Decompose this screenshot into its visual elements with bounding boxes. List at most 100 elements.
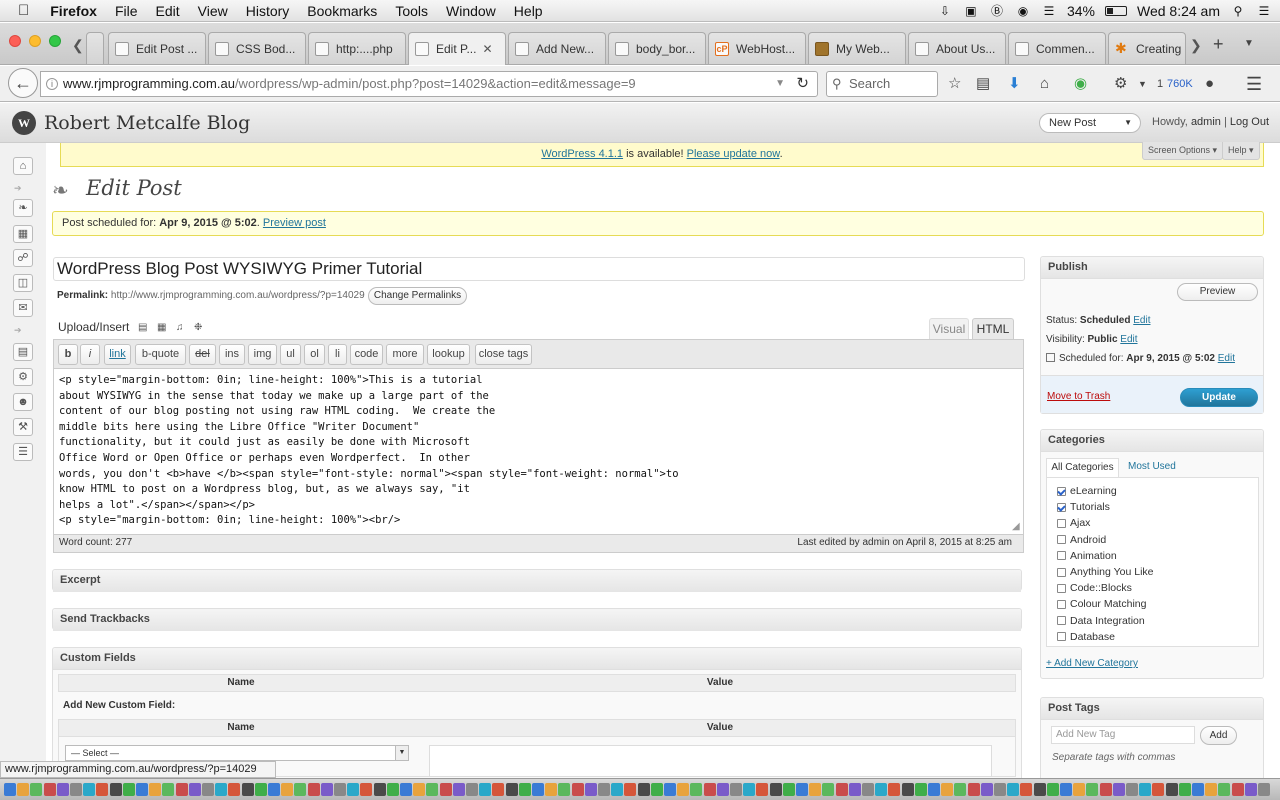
menu-view[interactable]: View [189,3,237,19]
dock-app-icon[interactable] [1258,783,1270,796]
counter-b[interactable]: 760K [1167,75,1193,93]
dock-app-icon[interactable] [1218,783,1231,796]
dock-app-icon[interactable] [743,783,756,796]
dock-app-icon[interactable] [30,783,43,796]
dock-app-icon[interactable] [690,783,703,796]
dock-app-icon[interactable] [584,783,597,796]
update-now-link[interactable]: Please update now [687,148,780,160]
dock-app-icon[interactable] [822,783,835,796]
dock-app-icon[interactable] [650,783,663,796]
dock-app-icon[interactable] [756,783,769,796]
dock-app-icon[interactable] [558,783,571,796]
category-item[interactable]: Code::Blocks [1057,581,1132,595]
dock-app-icon[interactable] [109,783,122,796]
dock-app-icon[interactable] [875,783,888,796]
dock-app-icon[interactable] [796,783,808,796]
tab-creating[interactable]: ✱ Creating [1108,32,1186,64]
wordpress-version-link[interactable]: WordPress 4.1.1 [541,148,623,160]
home-icon[interactable]: ⌂ [1040,75,1049,93]
tab-webhost[interactable]: cP WebHost... [708,32,806,64]
screen-options-tab[interactable]: Screen Options ▾ [1142,142,1224,160]
qt-code-button[interactable]: code [350,344,383,365]
dock-app-icon[interactable] [914,783,927,796]
tabs-scroll-left-icon[interactable]: ❮ [72,37,84,54]
update-button[interactable]: Update [1180,388,1258,407]
tab-add-new[interactable]: Add New... [508,32,606,64]
dock-app-icon[interactable] [954,783,967,796]
tab-edit-post-1[interactable]: Edit Post ... [108,32,206,64]
posts-pin-icon[interactable]: ❧ [13,199,33,217]
bookmarks-list-icon[interactable]: ▤ [976,75,990,93]
dock-app-icon[interactable] [1244,783,1257,796]
cf-key-select[interactable]: — Select — ▼ [65,745,409,761]
category-item[interactable]: Colour Matching [1057,597,1146,611]
qt-ol-button[interactable]: ol [304,344,325,365]
category-checkbox[interactable] [1057,535,1066,545]
menu-edit[interactable]: Edit [147,3,189,19]
add-new-category-link[interactable]: + Add New Category [1046,658,1138,669]
dock-app-icon[interactable] [241,783,254,796]
move-to-trash-link[interactable]: Move to Trash [1047,391,1110,402]
cf-value-textarea[interactable] [429,745,992,777]
dock-app-icon[interactable] [1139,783,1152,796]
dock-app-icon[interactable] [994,783,1006,796]
downloads-arrow-icon[interactable]: ⬇ [1008,75,1021,93]
dock-app-icon[interactable] [347,783,360,796]
window-close-button[interactable] [9,35,21,47]
custom-fields-heading[interactable]: Custom Fields [53,648,1021,670]
dock-app-icon[interactable] [598,783,610,796]
dock-app-icon[interactable] [175,783,188,796]
dock-app-icon[interactable] [334,783,346,796]
dock-app-icon[interactable] [1086,783,1099,796]
category-item[interactable]: Ajax [1057,516,1090,530]
tabs-scroll-right-icon[interactable]: ❯ [1190,37,1202,54]
help-tab[interactable]: Help ▾ [1222,142,1260,160]
appearance-icon[interactable]: ▤ [13,343,33,361]
extension-g-icon[interactable]: ◉ [1074,75,1087,93]
dock-app-icon[interactable] [624,783,637,796]
trackbacks-box[interactable]: Send Trackbacks [52,608,1022,631]
dock-app-icon[interactable] [215,783,228,796]
dock-app-icon[interactable] [505,783,518,796]
chat-icon[interactable]: ● [1205,75,1214,93]
qt-blockquote-button[interactable]: b-quote [135,344,186,365]
dock-app-icon[interactable] [43,783,56,796]
dock-app-icon[interactable] [980,783,993,796]
category-item[interactable]: Android [1057,533,1106,547]
add-media-icon[interactable]: ❉ [194,322,202,333]
tab-http-php[interactable]: http:....php [308,32,406,64]
dock-app-icon[interactable] [809,783,822,796]
user-link[interactable]: admin [1191,116,1221,128]
qt-link-button[interactable]: link [104,344,131,365]
dock-app-icon[interactable] [294,783,307,796]
tab-comments[interactable]: Commen... [1008,32,1106,64]
publish-heading[interactable]: Publish [1041,257,1263,279]
new-tab-plus-icon[interactable]: + [1213,34,1224,55]
url-dropdown-icon[interactable]: ▼ [775,72,785,96]
wifi-icon[interactable]: ☰ [1041,4,1057,18]
tab-close-icon[interactable]: ✕ [482,42,492,56]
dock-app-icon[interactable] [149,783,162,796]
dock-app-icon[interactable] [611,783,624,796]
category-checkbox[interactable] [1057,632,1066,642]
qt-ul-button[interactable]: ul [280,344,301,365]
notification-list-icon[interactable]: ☰ [1256,4,1272,18]
dock-app-icon[interactable] [439,783,452,796]
dock-app-icon[interactable] [136,783,148,796]
add-video-icon[interactable]: ▦ [157,322,166,333]
qt-li-button[interactable]: li [328,344,347,365]
dock-app-icon[interactable] [1020,783,1033,796]
reload-icon[interactable]: ↻ [796,72,809,96]
menu-help[interactable]: Help [505,3,552,19]
dock-app-icon[interactable] [466,783,478,796]
dock-app-icon[interactable] [70,783,82,796]
new-tag-input[interactable]: Add New Tag [1051,726,1195,744]
tab-pinned[interactable] [86,32,104,64]
preview-button[interactable]: Preview [1177,283,1258,301]
dock-app-icon[interactable] [254,783,267,796]
dock-app-icon[interactable] [228,783,241,796]
category-item[interactable]: Anything You Like [1057,565,1154,579]
dock-app-icon[interactable] [1060,783,1072,796]
category-checkbox[interactable] [1057,518,1066,528]
sync-status-icon[interactable]: ◉ [1015,4,1031,18]
